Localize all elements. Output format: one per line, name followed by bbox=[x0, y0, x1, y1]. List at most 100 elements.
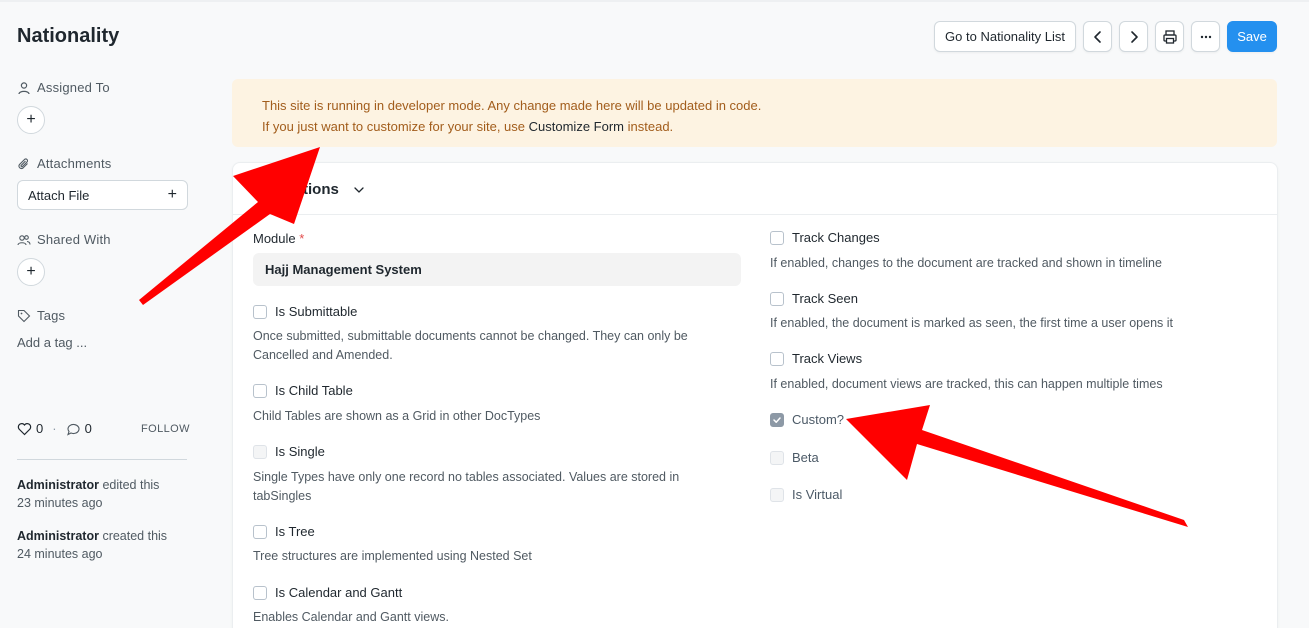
field-description: Enables Calendar and Gantt views. bbox=[253, 610, 449, 624]
banner-suffix: instead. bbox=[627, 119, 674, 134]
checkbox-label: Is Submittable bbox=[275, 304, 358, 319]
field-description: Child Tables are shown as a Grid in othe… bbox=[253, 409, 541, 423]
activity-item: Administrator created this 24 minutes ag… bbox=[17, 527, 167, 563]
plus-icon: + bbox=[26, 111, 36, 128]
tags-label: Tags bbox=[17, 308, 65, 323]
previous-button[interactable] bbox=[1083, 21, 1112, 52]
user-icon bbox=[18, 81, 30, 94]
add-tag-link[interactable]: Add a tag ... bbox=[17, 335, 87, 350]
is-submittable-checkbox-row[interactable]: Is Submittable bbox=[253, 304, 357, 319]
is-virtual-checkbox-row[interactable]: Is Virtual bbox=[770, 487, 842, 502]
likes-comments: 0 · 0 bbox=[17, 421, 92, 436]
go-to-list-button[interactable]: Go to Nationality List bbox=[934, 21, 1076, 52]
banner-prefix: If you just want to customize for your s… bbox=[262, 119, 526, 134]
track-seen-checkbox-row[interactable]: Track Seen bbox=[770, 291, 858, 306]
section-title: tions bbox=[303, 181, 339, 198]
track-views-checkbox-row[interactable]: Track Views bbox=[770, 351, 862, 366]
description-line: Single Types have only one record no tab… bbox=[253, 470, 680, 484]
likes-count: 0 bbox=[36, 421, 44, 436]
field-description: Once submitted, submittable documents ca… bbox=[253, 327, 688, 365]
checkbox[interactable] bbox=[253, 585, 267, 600]
required-mark: * bbox=[299, 231, 305, 246]
checkbox[interactable] bbox=[253, 304, 267, 319]
developer-mode-banner: This site is running in developer mode. … bbox=[232, 79, 1277, 147]
track-changes-checkbox-row[interactable]: Track Changes bbox=[770, 230, 880, 245]
field-description: Single Types have only one record no tab… bbox=[253, 468, 679, 506]
checkbox-label: Track Seen bbox=[792, 291, 858, 306]
page-title: Nationality bbox=[17, 25, 120, 47]
module-field[interactable]: Hajj Management System bbox=[253, 253, 741, 286]
next-button[interactable] bbox=[1119, 21, 1148, 52]
banner-line-2: If you just want to customize for your s… bbox=[262, 116, 1247, 137]
attachments-label: Attachments bbox=[17, 156, 111, 171]
description-line: tabSingles bbox=[253, 489, 312, 503]
custom-checkbox-row[interactable]: Custom? bbox=[770, 412, 844, 427]
field-description: If enabled, the document is marked as se… bbox=[770, 316, 1173, 330]
checkbox-label: Custom? bbox=[792, 412, 845, 427]
activity-user[interactable]: Administrator bbox=[17, 529, 99, 543]
tags-text: Tags bbox=[37, 308, 66, 323]
checkbox[interactable] bbox=[770, 487, 784, 502]
activity-item: Administrator edited this 23 minutes ago bbox=[17, 476, 159, 512]
beta-checkbox-row[interactable]: Beta bbox=[770, 450, 819, 465]
activity-time: 23 minutes ago bbox=[17, 496, 103, 510]
attach-file-button[interactable]: Attach File + bbox=[17, 180, 188, 210]
toolbar: Go to Nationality List Save bbox=[934, 21, 1277, 52]
comment-icon[interactable] bbox=[66, 422, 81, 436]
save-button[interactable]: Save bbox=[1227, 21, 1277, 52]
checkbox-label: Is Single bbox=[275, 444, 325, 459]
plus-icon: + bbox=[26, 263, 36, 280]
checkbox[interactable] bbox=[253, 444, 267, 459]
activity-user[interactable]: Administrator bbox=[17, 478, 99, 492]
field-description: If enabled, changes to the document are … bbox=[770, 256, 1162, 270]
is-calendar-gantt-checkbox-row[interactable]: Is Calendar and Gantt bbox=[253, 585, 402, 600]
add-assignee-button[interactable]: + bbox=[17, 106, 45, 134]
assigned-to-label: Assigned To bbox=[17, 80, 110, 95]
sidebar-divider bbox=[17, 459, 187, 460]
dot-separator: · bbox=[52, 421, 57, 436]
field-description: Tree structures are implemented using Ne… bbox=[253, 549, 532, 563]
checkbox[interactable] bbox=[253, 383, 267, 398]
checkbox-checked[interactable] bbox=[770, 412, 784, 427]
shared-with-label: Shared With bbox=[17, 232, 111, 247]
print-button[interactable] bbox=[1155, 21, 1184, 52]
check-icon bbox=[773, 416, 781, 423]
chevron-down-icon bbox=[354, 187, 364, 193]
follow-button[interactable]: FOLLOW bbox=[141, 423, 190, 435]
checkbox-label: Is Virtual bbox=[792, 487, 843, 502]
is-single-checkbox-row[interactable]: Is Single bbox=[253, 444, 325, 459]
more-button[interactable] bbox=[1191, 21, 1220, 52]
activity-action: edited this bbox=[102, 478, 160, 492]
module-label: Module * bbox=[253, 231, 304, 246]
description-line: Cancelled and Amended. bbox=[253, 348, 393, 362]
checkbox[interactable] bbox=[770, 230, 784, 245]
chevron-left-icon bbox=[1093, 30, 1101, 43]
form-card: tions Module * Hajj Management System Is… bbox=[232, 162, 1278, 628]
checkbox[interactable] bbox=[770, 291, 784, 306]
checkbox[interactable] bbox=[253, 524, 267, 539]
customize-form-link[interactable]: Customize Form bbox=[529, 119, 624, 134]
checkbox-label: Track Views bbox=[792, 351, 863, 366]
printer-icon bbox=[1162, 29, 1177, 44]
checkbox-label: Is Child Table bbox=[275, 383, 353, 398]
checkbox-label: Track Changes bbox=[792, 230, 880, 245]
is-tree-checkbox-row[interactable]: Is Tree bbox=[253, 524, 315, 539]
description-line: Once submitted, submittable documents ca… bbox=[253, 329, 688, 343]
shared-with-text: Shared With bbox=[37, 232, 111, 247]
tag-icon bbox=[17, 309, 31, 322]
checkbox-label: Is Tree bbox=[275, 524, 315, 539]
plus-icon: + bbox=[167, 186, 177, 203]
activity-action: created this bbox=[102, 529, 168, 543]
paperclip-icon bbox=[18, 157, 29, 169]
comments-count: 0 bbox=[84, 421, 92, 436]
section-header[interactable]: tions bbox=[233, 163, 1277, 215]
top-border bbox=[0, 0, 1309, 2]
module-label-text: Module bbox=[253, 231, 296, 246]
is-child-table-checkbox-row[interactable]: Is Child Table bbox=[253, 383, 353, 398]
chevron-right-icon bbox=[1130, 30, 1138, 43]
checkbox[interactable] bbox=[770, 351, 784, 366]
heart-icon[interactable] bbox=[17, 422, 32, 436]
add-share-button[interactable]: + bbox=[17, 258, 45, 286]
checkbox[interactable] bbox=[770, 450, 784, 465]
more-horizontal-icon bbox=[1200, 35, 1211, 38]
